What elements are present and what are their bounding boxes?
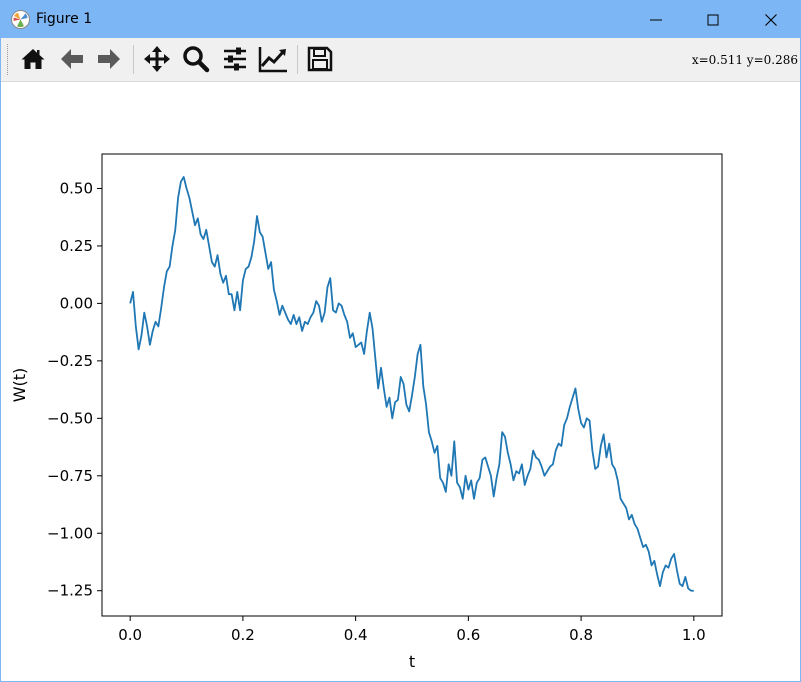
y-tick-label: 0.25 (60, 237, 93, 255)
y-axis-ticks: 0.50 0.25 0.00 −0.25 −0.50 −0.75 −1.00 −1.25 (47, 179, 102, 600)
x-axis-ticks: 0.0 0.2 0.4 0.6 0.8 1.0 (118, 616, 706, 644)
x-axis-label: t (409, 652, 415, 671)
x-tick-label: 0.8 (569, 626, 593, 644)
arrow-left-icon (61, 49, 83, 69)
window-title: Figure 1 (36, 11, 93, 27)
y-axis-label: W(t) (10, 368, 29, 403)
y-tick-label: −0.25 (47, 352, 93, 370)
y-tick-label: 0.00 (60, 294, 93, 312)
figure-canvas[interactable]: 0.50 0.25 0.00 −0.25 −0.50 −0.75 −1.00 −1.25 0.… (1, 82, 800, 680)
move-icon (144, 46, 170, 72)
matplotlib-logo-icon (11, 10, 30, 29)
figure-window: Figure 1 x=0.511 y=0.286 0.50 0.25 0.00 … (0, 0, 801, 682)
navigation-toolbar: x=0.511 y=0.286 (1, 38, 800, 82)
close-button[interactable] (742, 1, 800, 38)
y-tick-label: −1.00 (47, 524, 93, 542)
sliders-icon (224, 47, 246, 71)
save-button[interactable] (304, 43, 336, 75)
close-icon (765, 14, 777, 26)
home-button[interactable] (17, 43, 49, 75)
y-tick-label: −0.50 (47, 409, 93, 427)
minimize-button[interactable] (627, 1, 685, 38)
pan-button[interactable] (141, 43, 173, 75)
x-tick-label: 0.0 (118, 626, 142, 644)
title-bar[interactable]: Figure 1 (1, 1, 800, 38)
magnifier-icon (183, 46, 210, 73)
arrow-right-icon (98, 49, 120, 69)
minimize-icon (650, 19, 662, 21)
x-tick-label: 0.6 (456, 626, 480, 644)
toolbar-grip[interactable] (7, 44, 10, 75)
maximize-button[interactable] (684, 1, 742, 38)
toolbar-separator (297, 45, 298, 74)
x-tick-label: 0.2 (231, 626, 255, 644)
configure-subplots-button[interactable] (219, 43, 251, 75)
edit-axes-button[interactable] (257, 43, 289, 75)
chart-line-icon (258, 47, 287, 73)
zoom-button[interactable] (180, 43, 212, 75)
x-tick-label: 0.4 (344, 626, 368, 644)
maximize-icon (707, 14, 719, 26)
forward-button[interactable] (93, 43, 125, 75)
back-button[interactable] (56, 43, 88, 75)
home-icon (21, 49, 45, 69)
cursor-coordinates: x=0.511 y=0.286 (691, 53, 798, 67)
floppy-disk-icon (307, 46, 333, 72)
y-tick-label: 0.50 (60, 179, 93, 197)
x-tick-label: 1.0 (682, 626, 706, 644)
toolbar-separator (133, 45, 134, 74)
y-tick-label: −0.75 (47, 467, 93, 485)
y-tick-label: −1.25 (47, 582, 93, 600)
